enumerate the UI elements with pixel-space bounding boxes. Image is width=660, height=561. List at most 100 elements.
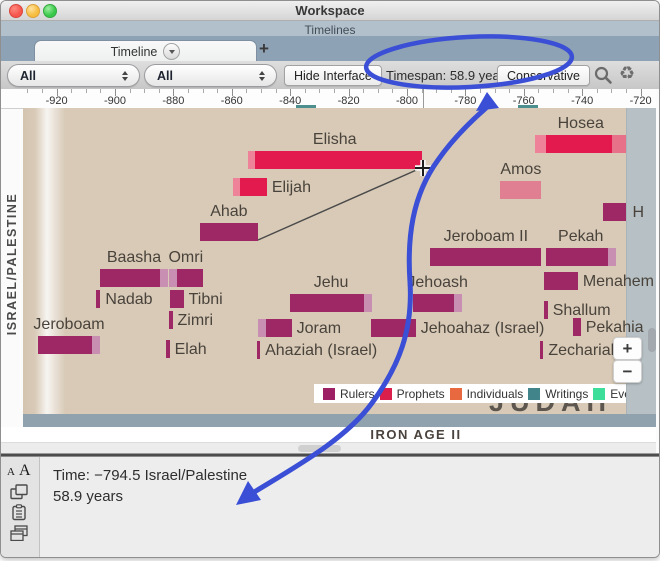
axis-tick bbox=[319, 89, 320, 93]
status-time-line: Time: −794.5 Israel/Palestine bbox=[53, 465, 247, 486]
axis-tick bbox=[509, 89, 510, 93]
tab-bar: Timeline + bbox=[1, 36, 659, 61]
timeline-label: Ahaziah (Israel) bbox=[265, 342, 377, 360]
axis-tick bbox=[203, 89, 204, 93]
search-icon[interactable] bbox=[592, 64, 614, 91]
chevron-down-icon bbox=[169, 50, 175, 54]
axis-tick bbox=[100, 89, 101, 93]
title-bar: Workspace bbox=[1, 1, 659, 21]
axis-tick bbox=[130, 89, 131, 93]
axis-tick bbox=[27, 89, 28, 93]
clipboard-icon[interactable] bbox=[10, 504, 28, 526]
axis-tick-label: -820 bbox=[338, 95, 360, 107]
axis-tick-label: -920 bbox=[46, 95, 68, 107]
axis-tick bbox=[159, 89, 160, 93]
axis-tick bbox=[144, 89, 145, 93]
document-title: Timelines bbox=[305, 23, 356, 37]
add-tab-button[interactable]: + bbox=[259, 39, 269, 59]
timeline-label: Jehoahaz (Israel) bbox=[421, 320, 545, 338]
axis-tick bbox=[436, 89, 437, 93]
axis-tick bbox=[480, 89, 481, 93]
vertical-scrollbar-thumb[interactable] bbox=[648, 328, 656, 352]
timeline-label: Elah bbox=[175, 341, 207, 359]
recompute-recycle-icon[interactable]: ♻ bbox=[619, 63, 635, 85]
tab-timeline[interactable]: Timeline bbox=[34, 40, 257, 62]
zoom-out-button[interactable]: − bbox=[613, 360, 642, 383]
axis-tick bbox=[597, 89, 598, 93]
timeline-label: Tibni bbox=[189, 291, 223, 309]
zoom-in-button[interactable]: + bbox=[613, 337, 642, 360]
timeline-label: Ahab bbox=[210, 203, 247, 221]
horizontal-scrollbar-track[interactable] bbox=[1, 442, 659, 453]
timespan-readout: Timespan: 58.9 years bbox=[386, 68, 511, 83]
timeline-label: Elisha bbox=[313, 131, 357, 149]
axis-tick bbox=[626, 89, 627, 93]
axis-tick bbox=[217, 89, 218, 93]
document-bar: Timelines bbox=[1, 21, 659, 36]
axis-tick bbox=[246, 89, 247, 93]
timeline-label: Zimri bbox=[178, 312, 214, 330]
float-window-icon[interactable] bbox=[10, 484, 28, 505]
era-row: IRON AGE II bbox=[1, 427, 659, 443]
font-size-controls[interactable]: A A bbox=[7, 462, 31, 480]
timeline-label: H bbox=[632, 204, 644, 222]
axis-tick bbox=[188, 89, 189, 93]
axis-tick bbox=[495, 89, 496, 93]
timeline-label: Pekahia bbox=[586, 319, 644, 337]
axis-tick bbox=[42, 89, 43, 93]
timeline-label: Elijah bbox=[272, 179, 311, 197]
timeline-label: Shallum bbox=[553, 302, 611, 320]
axis-tick bbox=[451, 89, 452, 93]
timeline-label: Baasha bbox=[107, 249, 161, 267]
timeline-label: Amos bbox=[500, 161, 541, 179]
timeline-label: Zechariah bbox=[548, 342, 619, 360]
axis-tick bbox=[568, 89, 569, 93]
timeline-label: Jehoash bbox=[407, 274, 468, 292]
filter-dropdown-1[interactable]: All bbox=[7, 64, 140, 87]
horizontal-scrollbar-thumb[interactable] bbox=[298, 445, 341, 452]
axis-tick bbox=[392, 89, 393, 93]
axis-tick bbox=[334, 89, 335, 93]
region-label: ISRAEL/PALESTINE bbox=[5, 184, 19, 344]
status-panel-rail: A A bbox=[1, 457, 40, 557]
axis-tick-label: -860 bbox=[221, 95, 243, 107]
timeline-label: Joram bbox=[297, 320, 341, 338]
timeline-label: Hosea bbox=[558, 115, 604, 133]
conservative-button[interactable]: Conservative bbox=[497, 65, 590, 86]
era-label: IRON AGE II bbox=[370, 427, 461, 442]
cascade-windows-icon[interactable] bbox=[10, 525, 28, 546]
hide-interface-button[interactable]: Hide Interface bbox=[284, 65, 382, 86]
era-band bbox=[23, 414, 659, 427]
axis-tick bbox=[276, 89, 277, 93]
right-margin bbox=[656, 89, 659, 453]
axis-tick bbox=[86, 89, 87, 93]
filter-dropdown-1-value: All bbox=[8, 69, 115, 83]
timeline-label: Menahem bbox=[583, 273, 654, 291]
axis-tick bbox=[378, 89, 379, 93]
status-readout: Time: −794.5 Israel/Palestine 58.9 years bbox=[53, 465, 247, 507]
axis-tick-label: -780 bbox=[454, 95, 476, 107]
timeline-label: Jeroboam bbox=[33, 316, 104, 334]
axis-tick bbox=[611, 89, 612, 93]
tab-timeline-label: Timeline bbox=[111, 45, 158, 59]
timeline-label: Omri bbox=[168, 249, 203, 267]
filter-dropdown-2-value: All bbox=[145, 69, 252, 83]
crosshair-cursor-icon bbox=[415, 160, 431, 176]
axis-tick bbox=[363, 89, 364, 93]
axis-tick bbox=[261, 89, 262, 93]
timeline-label: Pekah bbox=[558, 228, 603, 246]
timeline-chart[interactable]: JUDAH RulersProphetsIndividualsWritingsE… bbox=[23, 108, 656, 414]
axis-tick bbox=[538, 89, 539, 93]
status-panel: A A Time: −794.5 Israel/Palestine 58.9 y… bbox=[1, 457, 659, 557]
axis-tick bbox=[71, 89, 72, 93]
axis-tick-label: -880 bbox=[162, 95, 184, 107]
axis-tick-label: -720 bbox=[630, 95, 652, 107]
filter-dropdown-2[interactable]: All bbox=[144, 64, 277, 87]
popup-arrows-icon bbox=[252, 71, 276, 81]
popup-arrows-icon bbox=[115, 71, 139, 81]
time-axis[interactable]: -920-900-880-860-840-820-800-780-760-740… bbox=[1, 89, 659, 109]
axis-tick bbox=[553, 89, 554, 93]
workspace-window: Workspace Timelines Timeline + All All H… bbox=[0, 0, 660, 558]
tab-dropdown-button[interactable] bbox=[163, 43, 180, 60]
timeline-label: Jehu bbox=[314, 274, 349, 292]
